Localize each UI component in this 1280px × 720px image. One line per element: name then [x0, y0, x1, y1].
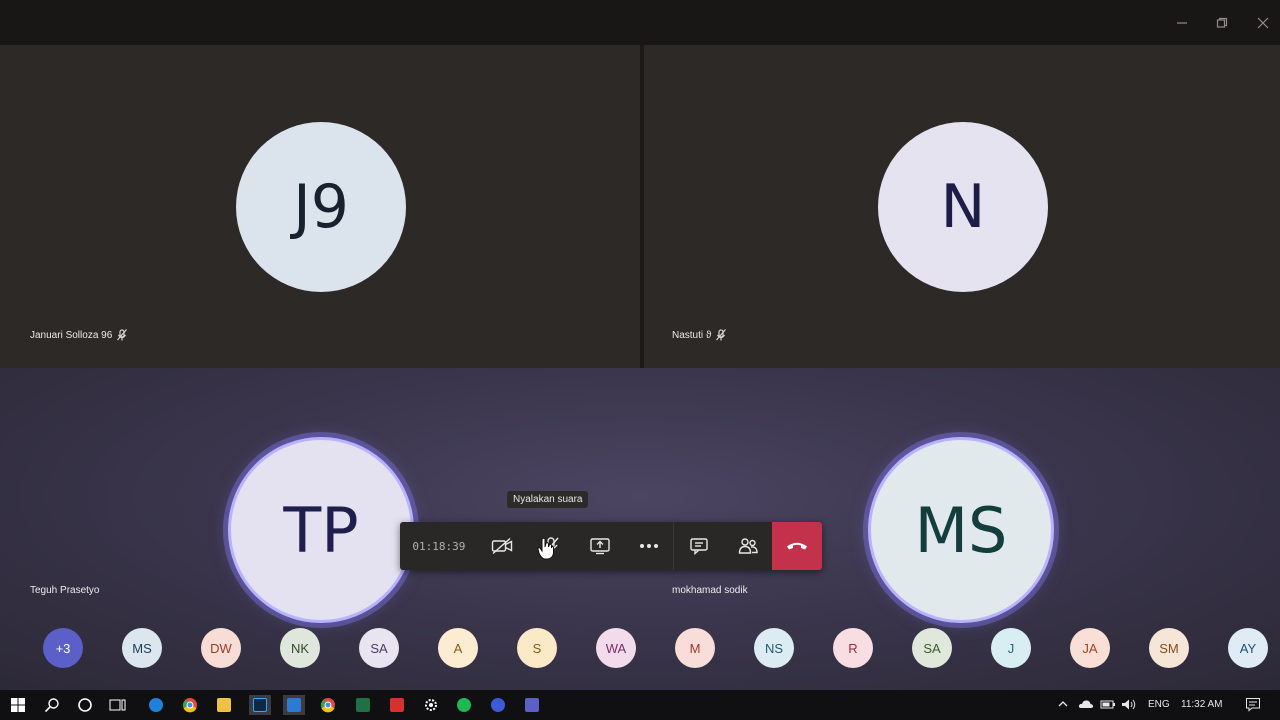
participant-name: Nastuti ϑ [672, 329, 712, 341]
participant-name-label: Teguh Prasetyo [30, 585, 100, 596]
chrome-icon[interactable] [318, 695, 338, 715]
roster-participant-avatar[interactable]: DW [201, 628, 241, 668]
title-bar [0, 0, 1280, 45]
roster-participant-avatar[interactable]: JA [1070, 628, 1110, 668]
search-icon[interactable] [42, 695, 62, 715]
roster-participant-avatar[interactable]: WA [596, 628, 636, 668]
avatar-januari: J9 [236, 122, 406, 292]
teams-icon[interactable] [522, 695, 542, 715]
participant-name-label: Nastuti ϑ [672, 329, 727, 341]
camera-toggle-button[interactable] [478, 522, 527, 570]
language-indicator[interactable]: ENG [1148, 699, 1170, 710]
camera-off-icon [492, 537, 513, 555]
unmute-tooltip: Nyalakan suara [507, 491, 589, 508]
roster-participant-avatar[interactable]: AY [1228, 628, 1268, 668]
participant-name-label: Januari Solloza 96 [30, 329, 128, 341]
roster-participant-avatar[interactable]: SA [359, 628, 399, 668]
notifications-icon[interactable] [1245, 697, 1261, 712]
call-controls-bar: 01:18:39 [400, 522, 823, 570]
hang-up-icon [787, 542, 808, 550]
roster-participant-avatar[interactable]: MS [122, 628, 162, 668]
windows-taskbar: ENG 11:32 AM [0, 690, 1280, 720]
participant-roster: +3 MS DW NK SA A S WA M NS R SA J JA SM AY [0, 626, 1280, 670]
call-timer: 01:18:39 [412, 539, 466, 553]
roster-participant-avatar[interactable]: S [517, 628, 557, 668]
avatar-teguh: TP [228, 437, 414, 623]
participants-button[interactable] [723, 522, 772, 570]
restore-icon[interactable] [1207, 8, 1237, 38]
roster-overflow-button[interactable]: +3 [43, 628, 83, 668]
minimize-icon[interactable] [1167, 8, 1197, 38]
acrobat-icon[interactable] [387, 695, 407, 715]
settings-icon[interactable] [421, 695, 441, 715]
avatar-initials: N [940, 172, 986, 242]
clock[interactable]: 11:32 AM [1181, 699, 1223, 710]
windows-start-icon[interactable] [8, 695, 28, 715]
avatar-initials: TP [283, 493, 359, 567]
share-screen-button[interactable] [576, 522, 625, 570]
participants-icon [738, 538, 758, 554]
cortana-icon[interactable] [75, 695, 95, 715]
participant-name: Teguh Prasetyo [30, 585, 100, 596]
spotify-icon[interactable] [454, 695, 474, 715]
app-icon[interactable] [283, 695, 305, 715]
task-view-icon[interactable] [108, 695, 128, 715]
vpn-icon[interactable] [488, 695, 508, 715]
photoshop-icon[interactable] [249, 695, 271, 715]
edge-icon[interactable] [146, 695, 166, 715]
chat-icon [690, 538, 708, 555]
onedrive-icon[interactable] [1078, 698, 1094, 710]
roster-participant-avatar[interactable]: SA [912, 628, 952, 668]
hand-cursor-icon [537, 537, 554, 560]
battery-icon[interactable] [1100, 698, 1116, 710]
participant-name: mokhamad sodik [672, 585, 748, 596]
avatar-nastuti: N [878, 122, 1048, 292]
teams-call-window: J9 N TP MS Januari Solloza 96 Nastuti ϑ … [0, 0, 1280, 720]
participant-name-label: mokhamad sodik [672, 585, 748, 596]
participant-name: Januari Solloza 96 [30, 329, 113, 341]
hang-up-button[interactable] [772, 522, 823, 570]
close-icon[interactable] [1248, 8, 1278, 38]
tray-expand-icon[interactable] [1057, 699, 1069, 709]
excel-icon[interactable] [353, 695, 373, 715]
roster-participant-avatar[interactable]: J [991, 628, 1031, 668]
file-explorer-icon[interactable] [214, 695, 234, 715]
mic-muted-icon [117, 329, 128, 341]
more-actions-button[interactable] [624, 522, 673, 570]
roster-participant-avatar[interactable]: SM [1149, 628, 1189, 668]
roster-participant-avatar[interactable]: R [833, 628, 873, 668]
roster-participant-avatar[interactable]: NK [280, 628, 320, 668]
more-icon [639, 544, 658, 548]
avatar-mokhamad: MS [868, 437, 1054, 623]
volume-icon[interactable] [1121, 698, 1137, 711]
avatar-initials: MS [914, 493, 1008, 567]
share-screen-icon [590, 538, 610, 555]
chat-button[interactable] [674, 522, 723, 570]
mic-muted-icon [716, 329, 727, 341]
avatar-initials: J9 [293, 172, 349, 242]
roster-participant-avatar[interactable]: NS [754, 628, 794, 668]
roster-participant-avatar[interactable]: M [675, 628, 715, 668]
roster-participant-avatar[interactable]: A [438, 628, 478, 668]
chrome-icon[interactable] [180, 695, 200, 715]
